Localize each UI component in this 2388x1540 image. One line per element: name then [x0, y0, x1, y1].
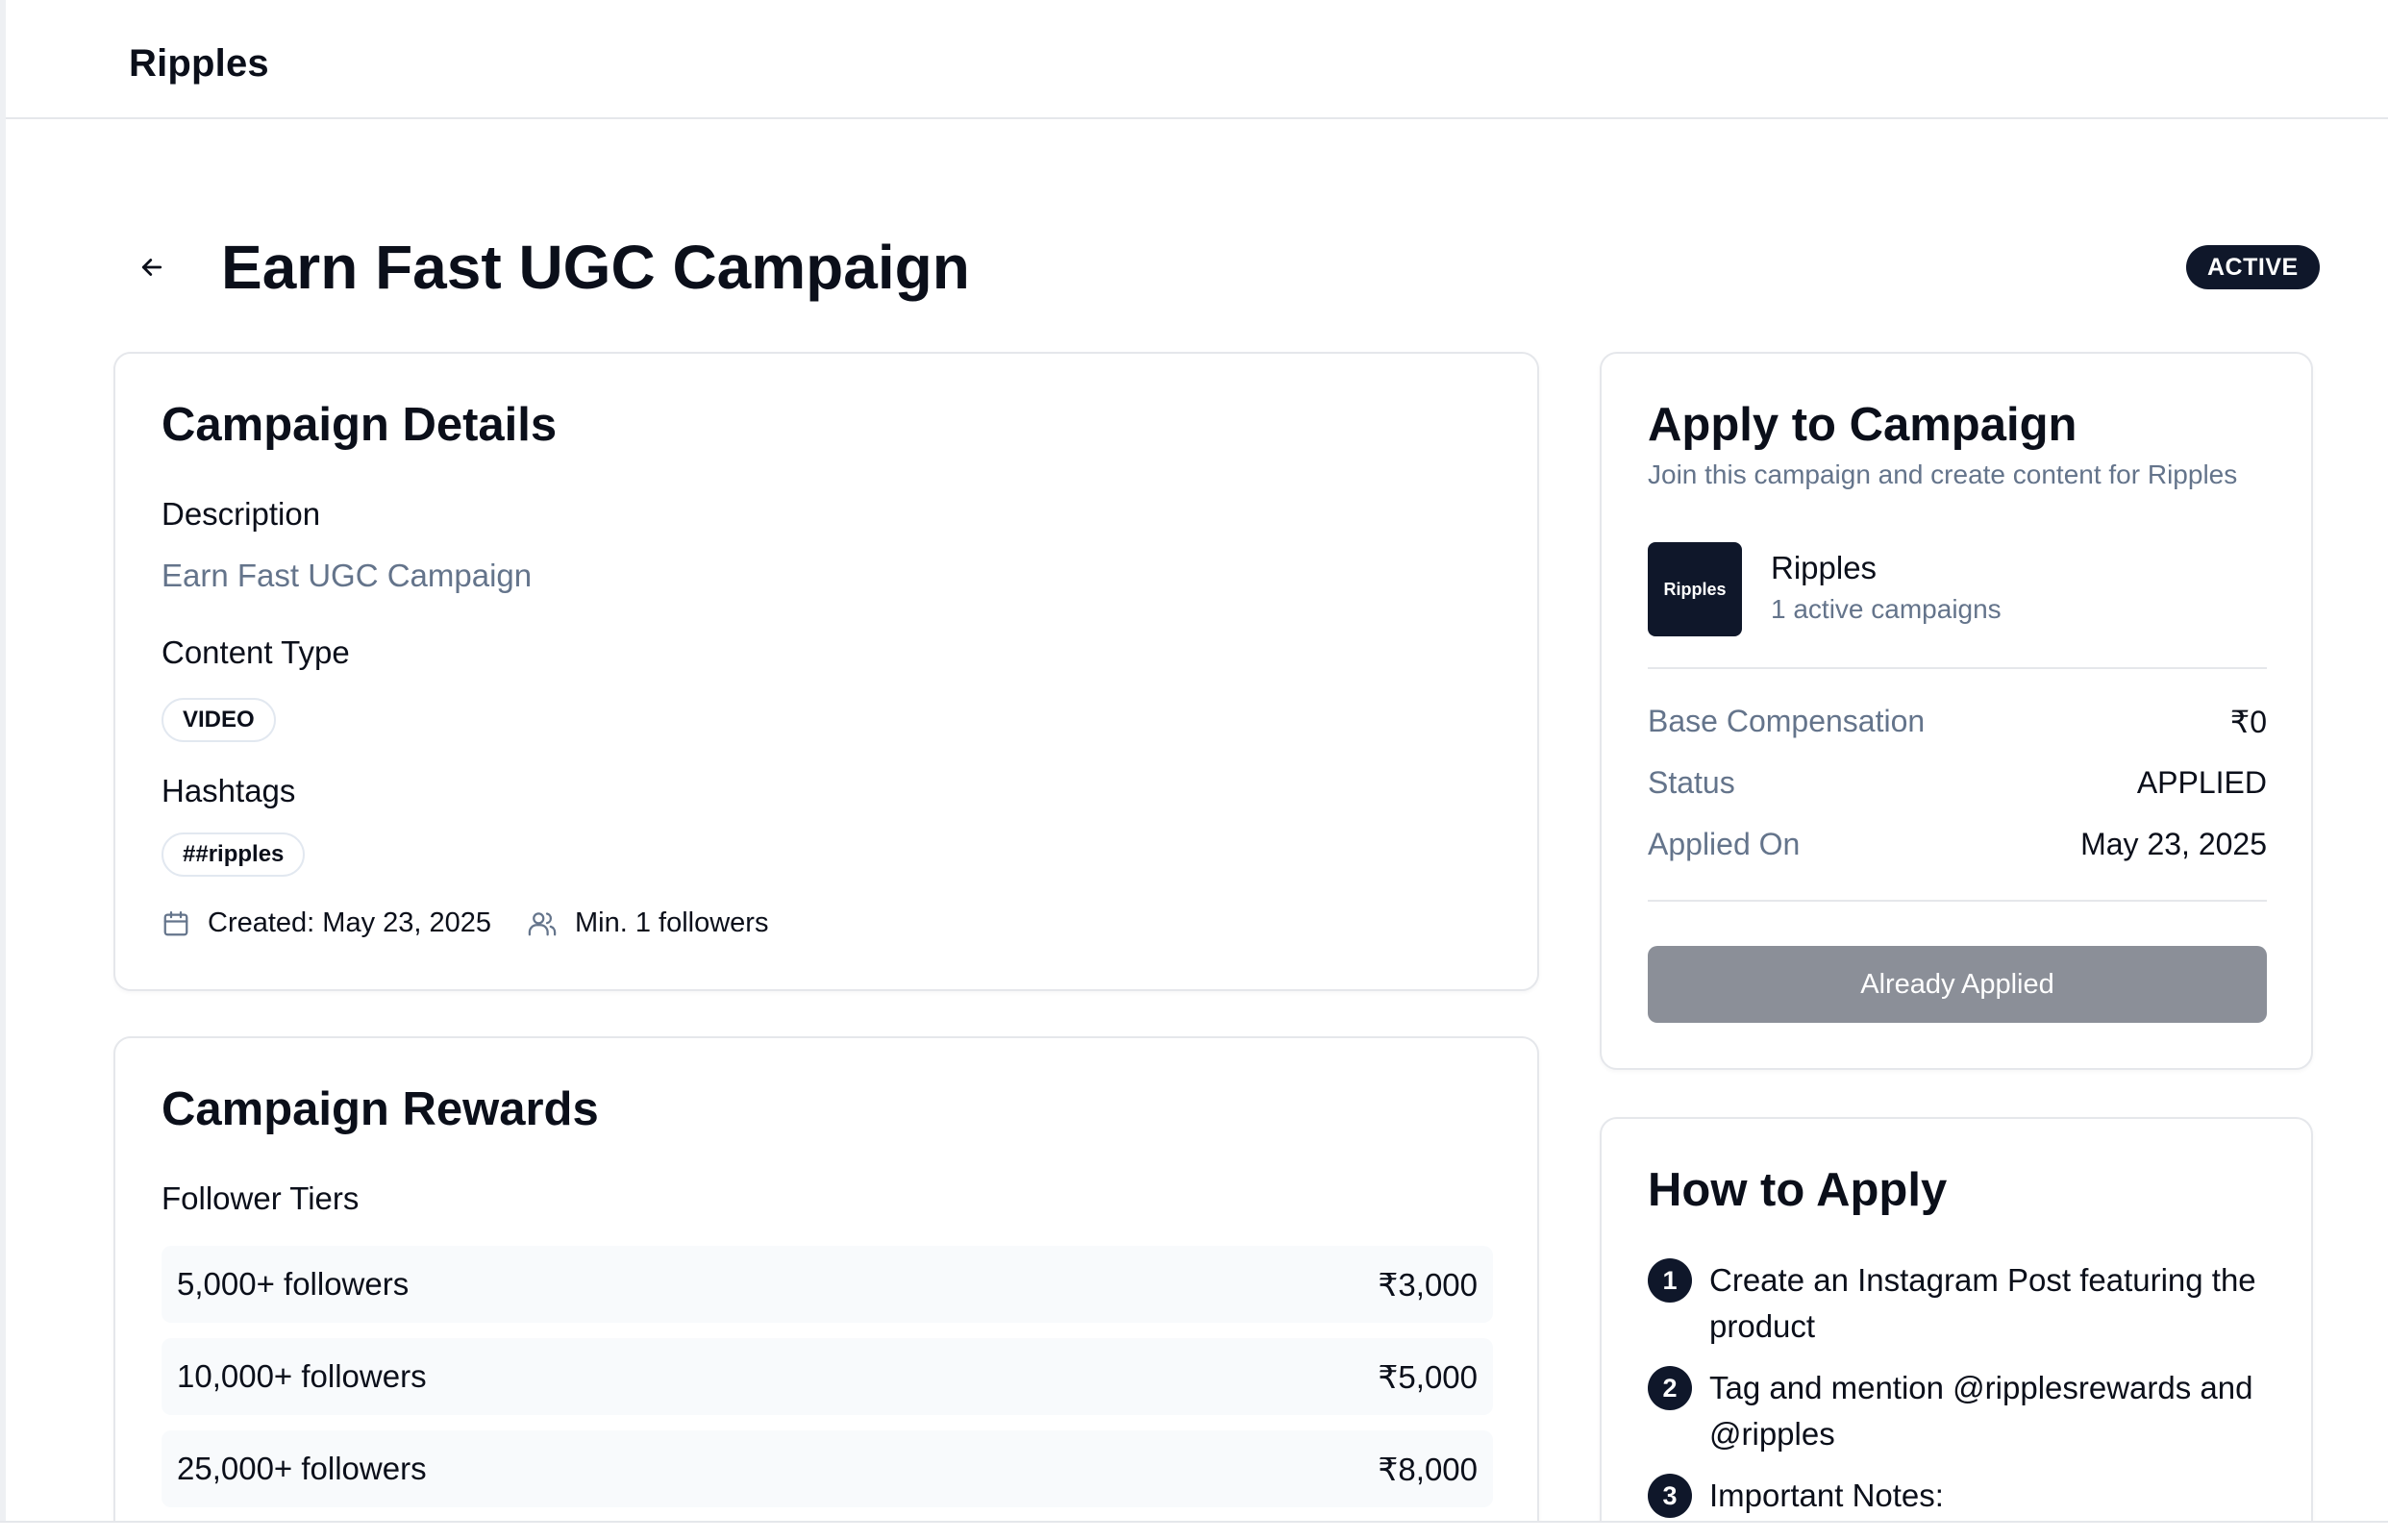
apply-subtitle: Join this campaign and create content fo… — [1648, 460, 2238, 489]
brand-logo-text[interactable]: Ripples — [129, 42, 269, 86]
follower-tiers-label: Follower Tiers — [162, 1180, 360, 1216]
min-followers: Min. 1 followers — [527, 907, 768, 939]
step-text: Tag and mention @ripplesrewards and @rip… — [1709, 1370, 2253, 1452]
info-key: Applied On — [1648, 827, 1801, 861]
tier-row: 10,000+ followers ₹5,000 — [162, 1338, 1493, 1415]
how-to-apply-card: How to Apply 1 Create an Instagram Post … — [1600, 1117, 2313, 1540]
brand-avatar: Ripples — [1648, 542, 1742, 636]
tier-label: 25,000+ followers — [177, 1451, 427, 1486]
step-number: 2 — [1648, 1366, 1692, 1410]
divider — [1648, 900, 2267, 902]
tier-row: 5,000+ followers ₹3,000 — [162, 1246, 1493, 1323]
info-value: ₹0 — [2229, 705, 2267, 739]
info-key: Base Compensation — [1648, 704, 1926, 738]
brand-name[interactable]: Ripples — [1771, 550, 1877, 586]
description-text: Earn Fast UGC Campaign — [162, 558, 533, 593]
info-row: Status APPLIED — [1648, 765, 2267, 801]
info-value: APPLIED — [2136, 765, 2267, 800]
bottom-edge — [0, 1521, 2388, 1540]
step-text: Create an Instagram Post featuring the p… — [1709, 1262, 2256, 1344]
step-item: 2 Tag and mention @ripplesrewards and @r… — [1648, 1365, 2267, 1457]
brand-campaign-count: 1 active campaigns — [1771, 594, 2002, 624]
description-label: Description — [162, 496, 321, 532]
already-applied-button[interactable]: Already Applied — [1648, 946, 2267, 1023]
tier-label: 10,000+ followers — [177, 1358, 427, 1394]
step-number: 1 — [1648, 1258, 1692, 1303]
step-item: 3 Important Notes: — [1648, 1473, 2267, 1519]
apply-campaign-card: Apply to Campaign Join this campaign and… — [1600, 352, 2313, 1070]
left-edge — [0, 0, 6, 1540]
created-date: Created: May 23, 2025 — [162, 907, 491, 939]
users-icon — [528, 911, 557, 935]
top-navbar: Ripples — [6, 0, 2388, 119]
card-title: Campaign Rewards — [162, 1083, 599, 1135]
calendar-icon — [163, 910, 188, 935]
back-button[interactable] — [127, 242, 177, 292]
step-item: 1 Create an Instagram Post featuring the… — [1648, 1257, 2267, 1350]
tier-amount: ₹5,000 — [1378, 1358, 1478, 1395]
card-title: Campaign Details — [162, 399, 558, 451]
content-type-chip: VIDEO — [162, 698, 276, 742]
content-type-label: Content Type — [162, 634, 350, 670]
campaign-details-card: Campaign Details Description Earn Fast U… — [113, 352, 1539, 991]
hashtag-chip: ##ripples — [162, 832, 306, 877]
arrow-left-icon — [141, 259, 162, 276]
tier-amount: ₹3,000 — [1378, 1266, 1478, 1303]
card-title: Apply to Campaign — [1648, 399, 2077, 451]
created-date-text: Created: May 23, 2025 — [208, 907, 492, 938]
info-row: Base Compensation ₹0 — [1648, 704, 2267, 740]
step-text: Important Notes: — [1709, 1478, 1944, 1513]
tier-label: 5,000+ followers — [177, 1266, 410, 1302]
tier-amount: ₹8,000 — [1378, 1451, 1478, 1487]
info-row: Applied On May 23, 2025 — [1648, 827, 2267, 862]
info-key: Status — [1648, 765, 1735, 800]
divider — [1648, 667, 2267, 669]
step-number: 3 — [1648, 1474, 1692, 1518]
status-badge: ACTIVE — [2186, 245, 2320, 289]
page-title: Earn Fast UGC Campaign — [221, 233, 970, 302]
info-value: May 23, 2025 — [2080, 827, 2267, 861]
hashtags-label: Hashtags — [162, 773, 296, 808]
tier-row: 25,000+ followers ₹8,000 — [162, 1430, 1493, 1507]
card-title: How to Apply — [1648, 1164, 1948, 1216]
min-followers-text: Min. 1 followers — [575, 907, 769, 938]
campaign-rewards-card: Campaign Rewards Follower Tiers 5,000+ f… — [113, 1036, 1539, 1540]
